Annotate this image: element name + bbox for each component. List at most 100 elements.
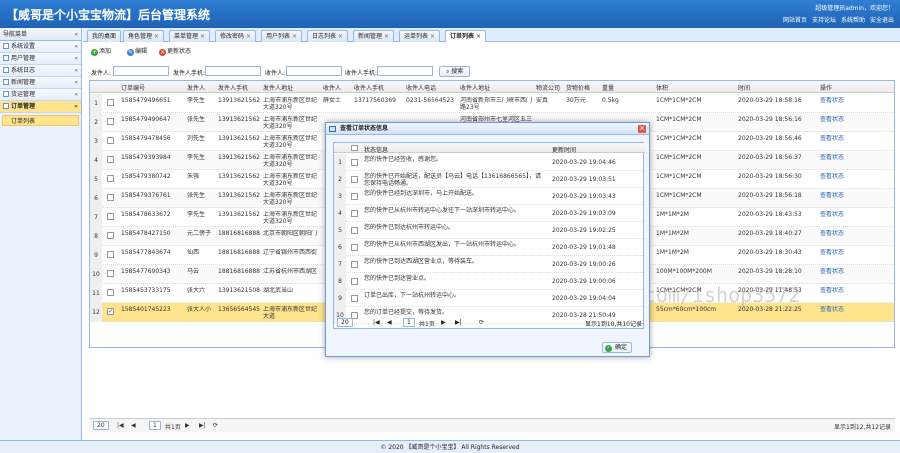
row-checkbox[interactable] bbox=[351, 227, 358, 234]
col-status-info[interactable]: 状态信息 bbox=[364, 145, 388, 154]
menu-users[interactable]: 用户管理 « bbox=[0, 53, 81, 65]
select-all-checkbox[interactable] bbox=[351, 145, 358, 151]
tab-users[interactable]: 用户列表 × bbox=[261, 30, 303, 42]
close-icon[interactable]: × bbox=[338, 33, 343, 40]
col-time[interactable]: 时间 bbox=[738, 83, 750, 92]
row-checkbox[interactable] bbox=[107, 118, 114, 125]
tab-menus[interactable]: 菜单管理 × bbox=[169, 30, 211, 42]
row-checkbox[interactable] bbox=[351, 278, 358, 285]
status-row[interactable]: 1 您的快件已经签收，感谢您。 2020-03-29 19:04:46 bbox=[334, 154, 645, 171]
col-volume[interactable]: 体积 bbox=[656, 83, 668, 92]
row-checkbox[interactable] bbox=[351, 176, 358, 183]
tab-password[interactable]: 修改密码 × bbox=[215, 30, 257, 42]
home-link[interactable]: 网站首页 bbox=[783, 17, 807, 24]
close-icon[interactable]: × bbox=[384, 33, 389, 40]
row-checkbox[interactable] bbox=[351, 193, 358, 200]
close-icon[interactable]: × bbox=[200, 33, 205, 40]
edit-button[interactable]: ✎ 编辑 bbox=[127, 46, 147, 56]
view-status-link[interactable]: 查看状态 bbox=[820, 268, 860, 275]
close-icon[interactable]: × bbox=[430, 33, 435, 40]
close-icon[interactable]: × bbox=[476, 33, 481, 40]
close-icon[interactable]: × bbox=[292, 33, 297, 40]
close-icon[interactable]: × bbox=[246, 33, 251, 40]
sender-input[interactable] bbox=[113, 66, 169, 76]
col-weight[interactable]: 重量 bbox=[602, 83, 614, 92]
view-status-link[interactable]: 查看状态 bbox=[820, 211, 860, 218]
row-checkbox[interactable] bbox=[351, 210, 358, 217]
row-checkbox[interactable] bbox=[351, 244, 358, 251]
col-company[interactable]: 物流公司 bbox=[536, 83, 560, 92]
logout-link[interactable]: 安全退出 bbox=[870, 17, 894, 24]
row-checkbox[interactable] bbox=[107, 156, 114, 163]
search-button[interactable]: ⌕ 搜索 bbox=[439, 66, 471, 77]
dialog-page-input[interactable]: 1 bbox=[403, 318, 415, 327]
row-checkbox[interactable] bbox=[107, 251, 114, 258]
row-checkbox[interactable] bbox=[107, 175, 114, 182]
status-row[interactable]: 6 您的快件已从杭州市西湖区发出，下一站杭州市转运中心。 2020-03-29 19… bbox=[334, 239, 645, 256]
status-row[interactable]: 4 您的快件已从杭州市转运中心发往下一站深圳市转运中心。 2020-03-29 19… bbox=[334, 205, 645, 222]
help-link[interactable]: 系统帮助 bbox=[841, 17, 865, 24]
tab-roles[interactable]: 角色管理 × bbox=[123, 30, 165, 42]
update-status-button[interactable]: × 更新状态 bbox=[159, 46, 191, 56]
col-update-time[interactable]: 更新时间 bbox=[552, 145, 576, 154]
menu-orders[interactable]: 订单管理 » bbox=[0, 101, 81, 113]
close-icon[interactable]: × bbox=[638, 125, 646, 133]
view-status-link[interactable]: 查看状态 bbox=[820, 192, 860, 199]
view-status-link[interactable]: 查看状态 bbox=[820, 249, 860, 256]
close-icon[interactable]: × bbox=[154, 33, 159, 40]
page-input[interactable]: 1 bbox=[149, 421, 161, 430]
status-row[interactable]: 9 订单已出库，下一站杭州转运中心。 2020-03-29 19:04:04 bbox=[334, 290, 645, 307]
view-status-link[interactable]: 查看状态 bbox=[820, 287, 860, 294]
row-checkbox[interactable] bbox=[107, 99, 114, 106]
col-order-no[interactable]: 订单编号 bbox=[121, 83, 145, 92]
prev-page-icon[interactable]: ◀ bbox=[131, 422, 136, 429]
tab-desktop[interactable]: 我的桌面 bbox=[87, 30, 122, 42]
tab-news[interactable]: 新闻管理 × bbox=[353, 30, 395, 42]
col-sender[interactable]: 发件人 bbox=[187, 83, 205, 92]
ok-button[interactable]: ✓ 确定 bbox=[602, 342, 633, 353]
table-row[interactable]: 1 1585479496651 李先生 13913621562 上海市浦东新区世纪大道3… bbox=[90, 94, 894, 113]
col-receiver-tel[interactable]: 收件人电话 bbox=[406, 83, 436, 92]
menu-logs[interactable]: 系统日志 « bbox=[0, 65, 81, 77]
last-page-icon[interactable]: ▶| bbox=[455, 319, 462, 326]
view-status-link[interactable]: 查看状态 bbox=[820, 116, 860, 123]
prev-page-icon[interactable]: ◀ bbox=[387, 319, 392, 326]
row-checkbox[interactable] bbox=[107, 289, 114, 296]
view-status-link[interactable]: 查看状态 bbox=[820, 97, 860, 104]
view-status-link[interactable]: 查看状态 bbox=[820, 154, 860, 161]
status-row[interactable]: 8 您的快件已到达营业点。 2020-03-29 19:00:06 bbox=[334, 273, 645, 290]
collapse-icon[interactable]: « bbox=[74, 28, 78, 41]
view-status-link[interactable]: 查看状态 bbox=[820, 135, 860, 142]
row-checkbox[interactable] bbox=[351, 159, 358, 166]
receiver-input[interactable] bbox=[286, 66, 342, 76]
col-action[interactable]: 操作 bbox=[820, 83, 832, 92]
menu-system[interactable]: 系统设置 « bbox=[0, 41, 81, 53]
next-page-icon[interactable]: ▶ bbox=[441, 319, 446, 326]
row-checkbox[interactable] bbox=[107, 137, 114, 144]
menu-news[interactable]: 新闻管理 « bbox=[0, 77, 81, 89]
col-sender-phone[interactable]: 发件人手机 bbox=[218, 83, 248, 92]
view-status-link[interactable]: 查看状态 bbox=[820, 306, 860, 313]
submenu-order-list[interactable]: 订单列表 bbox=[2, 115, 79, 126]
last-page-icon[interactable]: ▶| bbox=[199, 422, 206, 429]
row-checkbox[interactable] bbox=[107, 270, 114, 277]
col-price[interactable]: 货物价格 bbox=[566, 83, 590, 92]
row-checkbox[interactable] bbox=[351, 261, 358, 268]
row-checkbox[interactable] bbox=[351, 295, 358, 302]
dialog-page-size-select[interactable]: 20 bbox=[337, 318, 353, 327]
row-checkbox[interactable] bbox=[107, 213, 114, 220]
status-row[interactable]: 7 您的快件已到达西湖区营业点，等待装车。 2020-03-29 19:00:26 bbox=[334, 256, 645, 273]
row-checkbox[interactable] bbox=[107, 232, 114, 239]
add-button[interactable]: + 添加 bbox=[91, 46, 111, 56]
row-checkbox[interactable]: ✓ bbox=[107, 308, 114, 315]
tab-waybills[interactable]: 运单列表 × bbox=[399, 30, 441, 42]
first-page-icon[interactable]: |◀ bbox=[373, 319, 380, 326]
col-receiver-address[interactable]: 收件人地址 bbox=[460, 83, 490, 92]
forum-link[interactable]: 支持论坛 bbox=[812, 17, 836, 24]
tab-logs[interactable]: 日志列表 × bbox=[307, 30, 349, 42]
first-page-icon[interactable]: |◀ bbox=[117, 422, 124, 429]
sender-phone-input[interactable] bbox=[205, 66, 261, 76]
refresh-icon[interactable]: ⟳ bbox=[213, 422, 218, 429]
col-receiver-phone[interactable]: 收件人手机 bbox=[354, 83, 384, 92]
refresh-icon[interactable]: ⟳ bbox=[479, 319, 484, 326]
